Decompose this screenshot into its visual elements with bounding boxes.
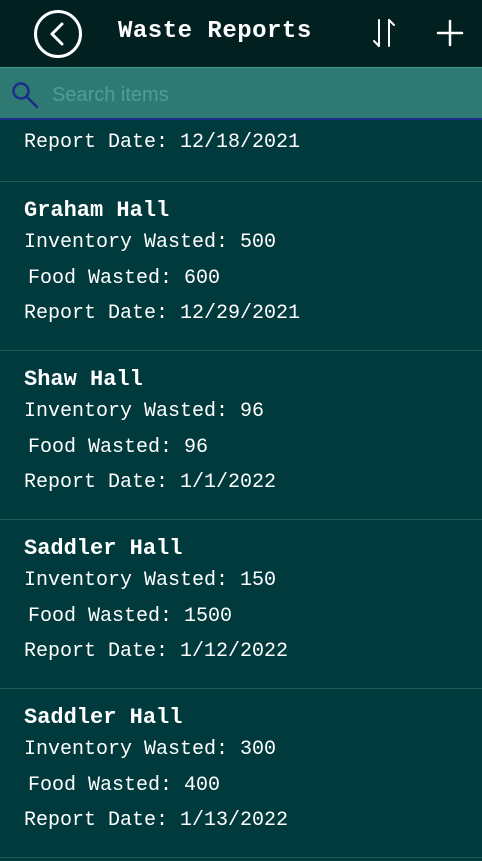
inventory-wasted: Inventory Wasted: 300: [24, 738, 277, 761]
hall-name: Shaw Hall: [24, 367, 143, 392]
report-date: Report Date: 12/29/2021: [24, 302, 301, 325]
add-button[interactable]: [436, 19, 464, 47]
list-item[interactable]: Graham Hall Inventory Wasted: 500 Food W…: [0, 182, 482, 351]
food-wasted: Food Wasted: 96: [28, 436, 209, 459]
hall-name: Saddler Hall: [24, 536, 183, 561]
back-button[interactable]: [34, 10, 82, 58]
list-item[interactable]: Report Date: 12/18/2021: [0, 120, 482, 182]
food-wasted: Food Wasted: 400: [28, 774, 221, 797]
sort-icon: [373, 19, 395, 47]
list-item[interactable]: Shaw Hall Inventory Wasted: 96 Food Wast…: [0, 351, 482, 520]
hall-name: Saddler Hall: [24, 705, 183, 730]
food-wasted: Food Wasted: 600: [28, 267, 221, 290]
food-wasted: Food Wasted: 1500: [28, 605, 233, 628]
page-title: Waste Reports: [118, 18, 312, 45]
search-icon: [12, 82, 39, 109]
search-input[interactable]: [50, 76, 474, 114]
report-date: Report Date: 1/12/2022: [24, 640, 289, 663]
list-item[interactable]: Saddler Hall Inventory Wasted: 300 Food …: [0, 689, 482, 858]
inventory-wasted: Inventory Wasted: 150: [24, 569, 277, 592]
sort-button[interactable]: [372, 18, 396, 48]
waste-report-list: Report Date: 12/18/2021 Graham Hall Inve…: [0, 120, 482, 858]
search-bar: [0, 67, 482, 120]
inventory-wasted: Inventory Wasted: 96: [24, 400, 265, 423]
add-icon: [436, 19, 464, 47]
report-date: Report Date: 1/13/2022: [24, 809, 289, 832]
list-item[interactable]: Saddler Hall Inventory Wasted: 150 Food …: [0, 520, 482, 689]
hall-name: Graham Hall: [24, 198, 170, 223]
inventory-wasted: Inventory Wasted: 500: [24, 231, 277, 254]
report-date: Report Date: 1/1/2022: [24, 471, 277, 494]
back-icon: [50, 22, 64, 46]
header-bar: Waste Reports: [0, 0, 482, 67]
report-date: Report Date: 12/18/2021: [24, 131, 301, 154]
